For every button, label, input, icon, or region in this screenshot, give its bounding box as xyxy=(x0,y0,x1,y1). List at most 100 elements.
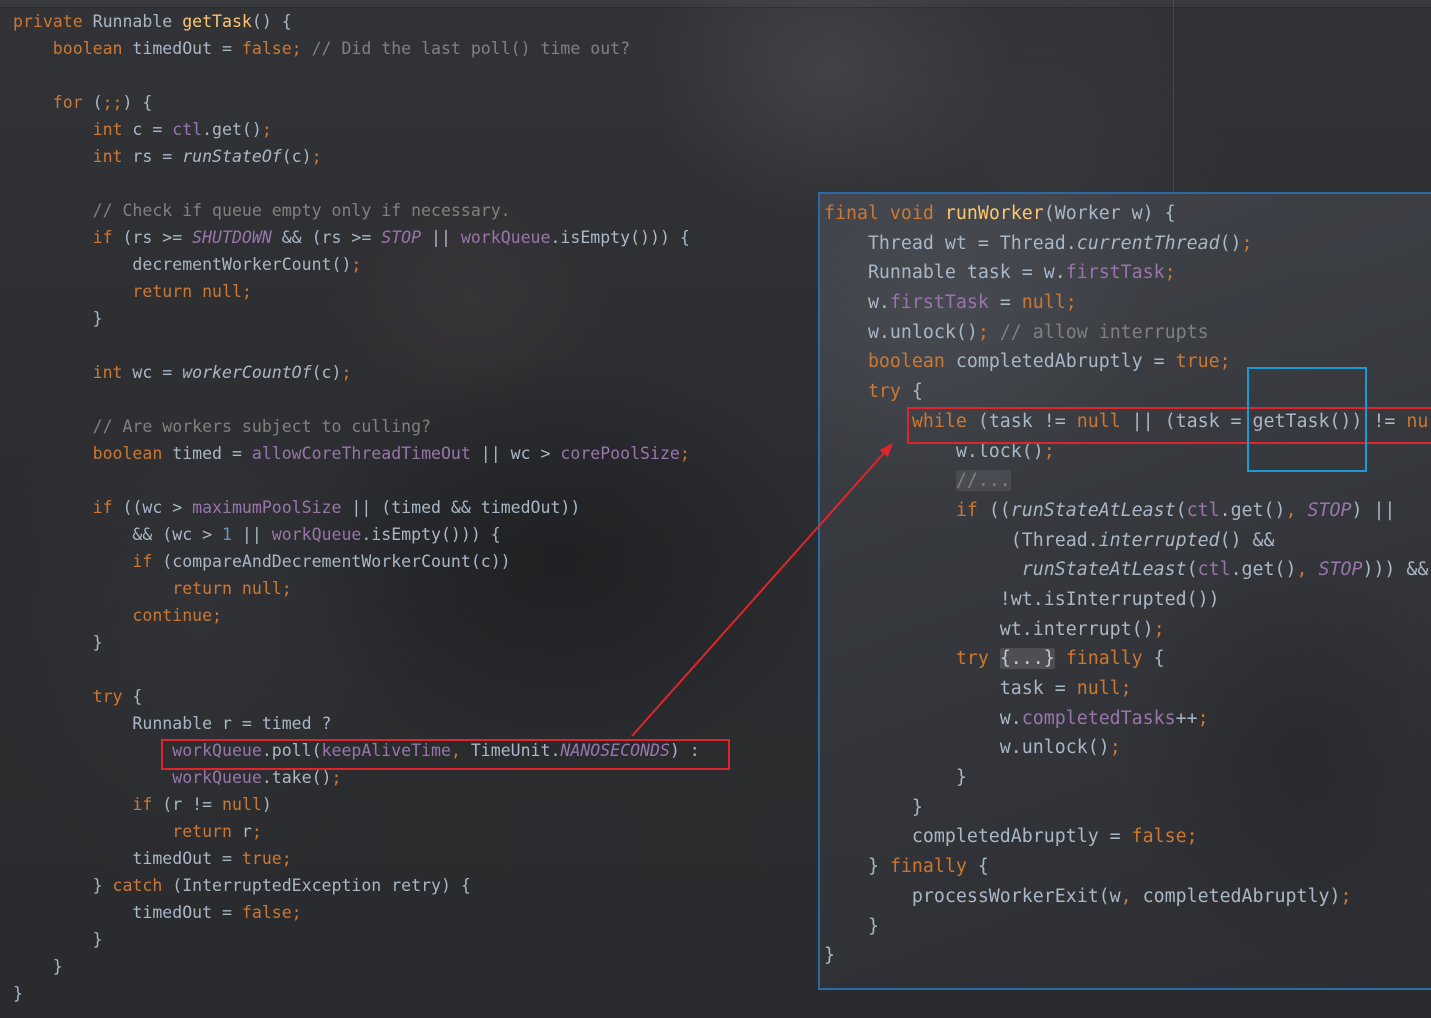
code-line: private Runnable getTask() { xyxy=(13,8,700,35)
code-line: for (;;) { xyxy=(13,89,700,116)
code-token: ( xyxy=(82,93,103,112)
code-line: } xyxy=(824,793,1428,823)
code-line: if (compareAndDecrementWorkerCount(c)) xyxy=(13,548,700,575)
code-token: return null; xyxy=(13,579,292,598)
code-token: completedAbruptly) xyxy=(1131,885,1341,907)
code-token: runStateAtLeast xyxy=(824,559,1187,581)
code-token: STOP xyxy=(1307,499,1352,521)
code-token: STOP xyxy=(1318,559,1363,581)
code-token: if xyxy=(13,498,113,517)
code-token: } xyxy=(824,796,923,818)
code-token: timedOut = xyxy=(122,39,242,58)
code-token: int xyxy=(13,147,123,166)
code-token: null; xyxy=(1076,678,1132,699)
code-line: timedOut = true; xyxy=(13,845,700,872)
code-token: {...} xyxy=(999,648,1055,670)
code-token: Thread wt = Thread. xyxy=(824,232,1077,254)
code-token: workQueue xyxy=(460,228,551,247)
code-token: false; xyxy=(241,39,302,58)
code-token: runWorker xyxy=(944,203,1044,224)
gettask-method-code: private Runnable getTask() { boolean tim… xyxy=(13,8,700,1007)
code-token: Runnable r = timed ? xyxy=(13,714,332,733)
code-line: } xyxy=(13,305,700,332)
code-token: wc = xyxy=(122,363,183,382)
code-token: , xyxy=(1120,885,1132,907)
code-line: return null; xyxy=(13,278,700,305)
code-token: continue; xyxy=(13,606,223,625)
code-token: catch xyxy=(112,876,163,895)
code-token: return null; xyxy=(13,282,252,301)
code-token: (Worker w) { xyxy=(1043,203,1176,224)
code-token: { xyxy=(1142,648,1165,670)
code-token: // Check if queue empty only if necessar… xyxy=(13,201,511,220)
code-line: Thread wt = Thread.currentThread(); xyxy=(824,229,1428,259)
code-token: if xyxy=(824,499,978,521)
code-line: Runnable r = timed ? xyxy=(13,710,700,737)
code-token: || xyxy=(231,525,272,544)
code-line: final void runWorker(Worker w) { xyxy=(824,199,1428,229)
code-token: null; xyxy=(1021,292,1077,314)
code-line: } xyxy=(824,763,1428,793)
code-token: maximumPoolSize xyxy=(192,498,342,517)
code-token: false; xyxy=(241,903,302,922)
code-token: || xyxy=(421,228,461,247)
code-token: firstTask xyxy=(889,292,989,314)
poll-call-highlight-box xyxy=(161,739,730,770)
code-token: timedOut = xyxy=(13,849,242,868)
code-token: Runnable xyxy=(82,12,183,31)
code-token: c = xyxy=(122,120,173,139)
code-line: return null; xyxy=(13,575,700,602)
code-token: r xyxy=(231,822,252,841)
code-token: 1 xyxy=(222,525,232,544)
code-line: !wt.isInterrupted()) xyxy=(824,585,1428,615)
code-token: getTask xyxy=(182,12,252,31)
code-token: } xyxy=(13,930,103,949)
code-token: try xyxy=(824,381,901,403)
code-line: Runnable task = w.firstTask; xyxy=(824,258,1428,288)
code-token: (r != xyxy=(152,795,223,814)
code-token: ; xyxy=(1109,737,1121,759)
code-token: && (wc > xyxy=(13,525,223,544)
code-token: } xyxy=(824,945,835,967)
code-token: try xyxy=(13,687,123,706)
code-token: } xyxy=(13,633,103,652)
code-token: (( xyxy=(977,499,1011,521)
code-token: decrementWorkerCount() xyxy=(13,255,352,274)
code-token: finally xyxy=(1065,648,1143,670)
code-token: () { xyxy=(251,12,292,31)
code-token: runStateAtLeast xyxy=(1010,499,1176,521)
code-line: } xyxy=(13,926,700,953)
code-line: // Check if queue empty only if necessar… xyxy=(13,197,700,224)
code-line: if ((runStateAtLeast(ctl.get(), STOP) || xyxy=(824,496,1428,526)
code-token: ( xyxy=(1175,499,1187,521)
code-token: (InterruptedException retry) { xyxy=(162,876,471,895)
code-token: task = xyxy=(824,678,1077,699)
code-line: try { xyxy=(13,683,700,710)
code-token: ; xyxy=(311,147,322,166)
code-token: firstTask xyxy=(1065,262,1165,284)
code-line: completedAbruptly = false; xyxy=(824,822,1428,852)
code-line: wt.interrupt(); xyxy=(824,615,1428,645)
code-line: w.firstTask = null; xyxy=(824,288,1428,318)
code-token: ; xyxy=(251,822,262,841)
code-token: (rs >= xyxy=(112,228,193,247)
code-token: //... xyxy=(955,470,1011,492)
code-token: ; xyxy=(351,255,362,274)
code-token: ; xyxy=(1153,618,1165,640)
code-token: } xyxy=(13,309,103,328)
code-line: } xyxy=(824,941,1428,971)
code-line: try {...} finally { xyxy=(824,644,1428,674)
code-token: } xyxy=(824,856,890,878)
code-token: try xyxy=(824,648,989,670)
code-token: ; xyxy=(331,768,342,787)
code-token: , xyxy=(1296,559,1308,581)
code-token: completedAbruptly = xyxy=(824,826,1132,848)
code-token: null xyxy=(222,795,262,814)
